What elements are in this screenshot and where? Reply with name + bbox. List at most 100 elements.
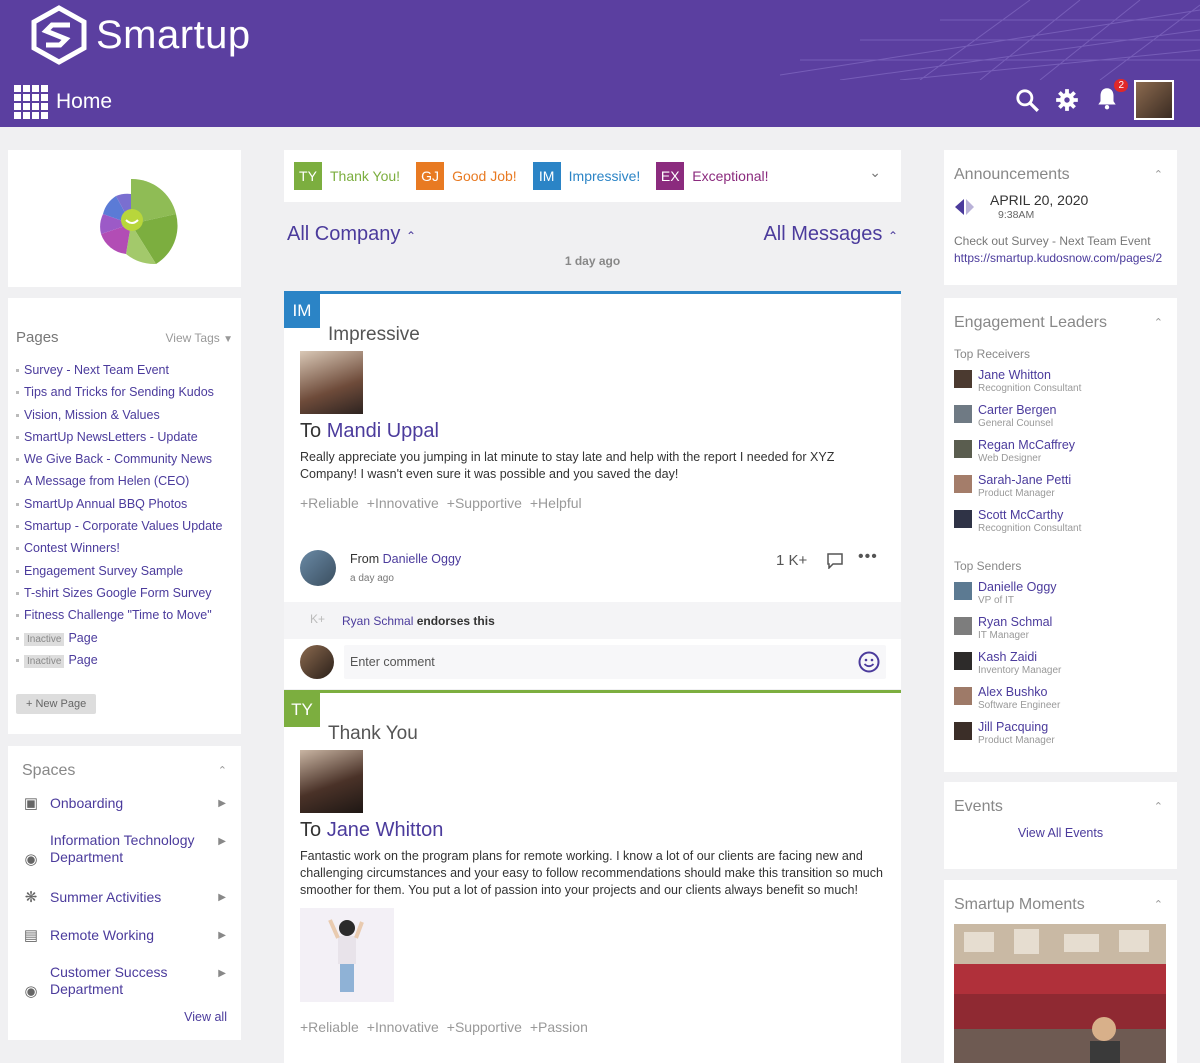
leader-name: Alex Bushko <box>978 685 1048 699</box>
announcement-nav-icon[interactable] <box>954 198 974 216</box>
value-tag[interactable]: +Supportive <box>447 1019 522 1035</box>
page-link[interactable]: T-shirt Sizes Google Form Survey <box>16 586 222 600</box>
notifications-button[interactable]: 2 <box>1094 78 1128 116</box>
kudo-abbr: GJ <box>416 162 445 190</box>
moment-photo[interactable] <box>954 924 1166 1063</box>
apps-grid-icon[interactable] <box>14 85 48 119</box>
page-link[interactable]: Tips and Tricks for Sending Kudos <box>16 385 222 399</box>
value-tag[interactable]: +Reliable <box>300 1019 359 1035</box>
kudo-type-good-job[interactable]: GJ Good Job! <box>416 162 517 190</box>
leader-role: VP of IT <box>978 595 1014 606</box>
search-icon[interactable] <box>1014 87 1040 113</box>
collapse-icon[interactable]: ⌃ <box>1154 800 1163 813</box>
value-tag[interactable]: +Passion <box>530 1019 588 1035</box>
user-avatar[interactable] <box>1134 80 1174 120</box>
notification-badge: 2 <box>1114 78 1128 92</box>
leader-item[interactable]: Ryan Schmal IT Manager <box>954 615 1052 641</box>
messages-filter[interactable]: All Messages ⌃ <box>763 223 898 246</box>
announcement-link[interactable]: https://smartup.kudosnow.com/pages/2 <box>954 251 1176 265</box>
spaces-title: Spaces <box>22 762 76 779</box>
announcements-title: Announcements <box>954 166 1070 183</box>
leader-item[interactable]: Danielle Oggy VP of IT <box>954 580 1057 606</box>
chevron-right-icon: ▶ <box>218 891 226 903</box>
leader-avatar <box>954 652 972 670</box>
value-tag[interactable]: +Reliable <box>300 495 359 511</box>
view-tags-label: View Tags <box>165 331 220 345</box>
space-label: Remote Working <box>50 927 155 943</box>
collapse-icon[interactable]: ⌃ <box>1154 316 1163 329</box>
kudo-type-impressive[interactable]: IM Impressive! <box>532 162 640 190</box>
attached-image[interactable] <box>300 908 394 1002</box>
leader-name: Ryan Schmal <box>978 615 1053 629</box>
company-filter[interactable]: All Company ⌃ <box>287 223 416 246</box>
space-customer-success[interactable]: ◉ Customer Success Department ▶ <box>22 964 226 1000</box>
leader-item[interactable]: Sarah-Jane Petti Product Manager <box>954 473 1071 499</box>
chevron-right-icon: ▶ <box>218 836 226 847</box>
value-tag[interactable]: +Innovative <box>367 495 439 511</box>
current-user-avatar <box>300 645 334 679</box>
page-link[interactable]: Vision, Mission & Values <box>16 408 222 422</box>
leader-item[interactable]: Jill Pacquing Product Manager <box>954 720 1055 746</box>
leader-role: Web Designer <box>978 453 1042 464</box>
space-onboarding[interactable]: ▣ Onboarding ▶ <box>22 794 226 812</box>
page-link[interactable]: A Message from Helen (CEO) <box>16 474 222 488</box>
leader-item[interactable]: Jane Whitton Recognition Consultant <box>954 368 1081 394</box>
chevron-down-icon[interactable]: ⌄ <box>869 164 881 181</box>
leader-role: Inventory Manager <box>978 665 1062 676</box>
recipient-name-link[interactable]: Mandi Uppal <box>327 420 439 442</box>
leader-item[interactable]: Regan McCaffrey Web Designer <box>954 438 1075 464</box>
value-tag[interactable]: +Helpful <box>530 495 582 511</box>
gear-icon[interactable] <box>1054 87 1080 113</box>
leader-item[interactable]: Kash Zaidi Inventory Manager <box>954 650 1061 676</box>
caret-up-icon: ⌃ <box>405 229 417 243</box>
space-information-technology[interactable]: ◉ Information Technology Department ▶ <box>22 832 226 868</box>
page-link[interactable]: Fitness Challenge "Time to Move" <box>16 608 222 622</box>
leader-name: Kash Zaidi <box>978 650 1038 664</box>
endorser-link[interactable]: Ryan Schmal <box>342 614 413 628</box>
kudo-type-thank-you[interactable]: TY Thank You! <box>294 162 400 190</box>
sender-avatar[interactable] <box>300 550 336 586</box>
smartup-logo[interactable]: Smartup <box>30 5 251 65</box>
leader-item[interactable]: Carter Bergen General Counsel <box>954 403 1057 429</box>
to-prefix: To <box>300 819 322 841</box>
app-header: Smartup Home 2 <box>0 0 1200 127</box>
leader-item[interactable]: Scott McCarthy Recognition Consultant <box>954 508 1081 534</box>
page-link[interactable]: We Give Back - Community News <box>16 452 222 466</box>
pages-title: Pages <box>16 329 59 346</box>
collapse-icon[interactable]: ⌃ <box>1154 168 1163 181</box>
kudo-type-exceptional[interactable]: EX Exceptional! <box>656 162 769 190</box>
value-tag[interactable]: +Supportive <box>447 495 522 511</box>
page-link[interactable]: SmartUp NewsLetters - Update <box>16 430 222 444</box>
space-summer-activities[interactable]: ❋ Summer Activities ▶ <box>22 888 226 906</box>
new-page-button[interactable]: + New Page <box>16 694 97 714</box>
collapse-icon[interactable]: ⌃ <box>1154 898 1163 911</box>
inactive-page-link[interactable]: Inactive Page <box>16 652 222 668</box>
comment-input[interactable]: Enter comment <box>344 645 886 679</box>
inactive-page-label: Page <box>68 652 98 667</box>
collapse-icon[interactable]: ⌃ <box>218 764 227 777</box>
page-link[interactable]: Contest Winners! <box>16 541 222 555</box>
kudo-abbr: TY <box>294 162 322 190</box>
leader-item[interactable]: Alex Bushko Software Engineer <box>954 685 1060 711</box>
leader-name: Regan McCaffrey <box>978 438 1076 452</box>
space-label: Summer Activities <box>50 889 162 905</box>
recipient-name-link[interactable]: Jane Whitton <box>327 819 444 841</box>
endorse-count-button[interactable]: 1 K+ <box>776 552 807 569</box>
caret-down-icon: ▼ <box>223 334 233 345</box>
inactive-page-link[interactable]: Inactive Page <box>16 631 222 646</box>
view-all-events-link[interactable]: View All Events <box>944 826 1177 840</box>
page-link[interactable]: Smartup - Corporate Values Update <box>16 519 222 533</box>
view-tags-dropdown[interactable]: View Tags ▼ <box>165 331 233 345</box>
top-receivers-title: Top Receivers <box>954 347 1031 361</box>
more-options-icon[interactable]: ••• <box>858 548 878 566</box>
comment-icon[interactable] <box>827 553 843 569</box>
emoji-icon[interactable] <box>858 651 880 673</box>
page-link[interactable]: Engagement Survey Sample <box>16 564 222 578</box>
sender-name-link[interactable]: Danielle Oggy <box>383 552 462 566</box>
value-tag[interactable]: +Innovative <box>367 1019 439 1035</box>
spaces-view-all-link[interactable]: View all <box>184 1010 227 1024</box>
page-link[interactable]: SmartUp Annual BBQ Photos <box>16 497 222 511</box>
space-remote-working[interactable]: ▤ Remote Working ▶ <box>22 926 226 944</box>
kudos-type-bar: TY Thank You! GJ Good Job! IM Impressive… <box>284 150 901 202</box>
page-link[interactable]: Survey - Next Team Event <box>16 363 222 377</box>
